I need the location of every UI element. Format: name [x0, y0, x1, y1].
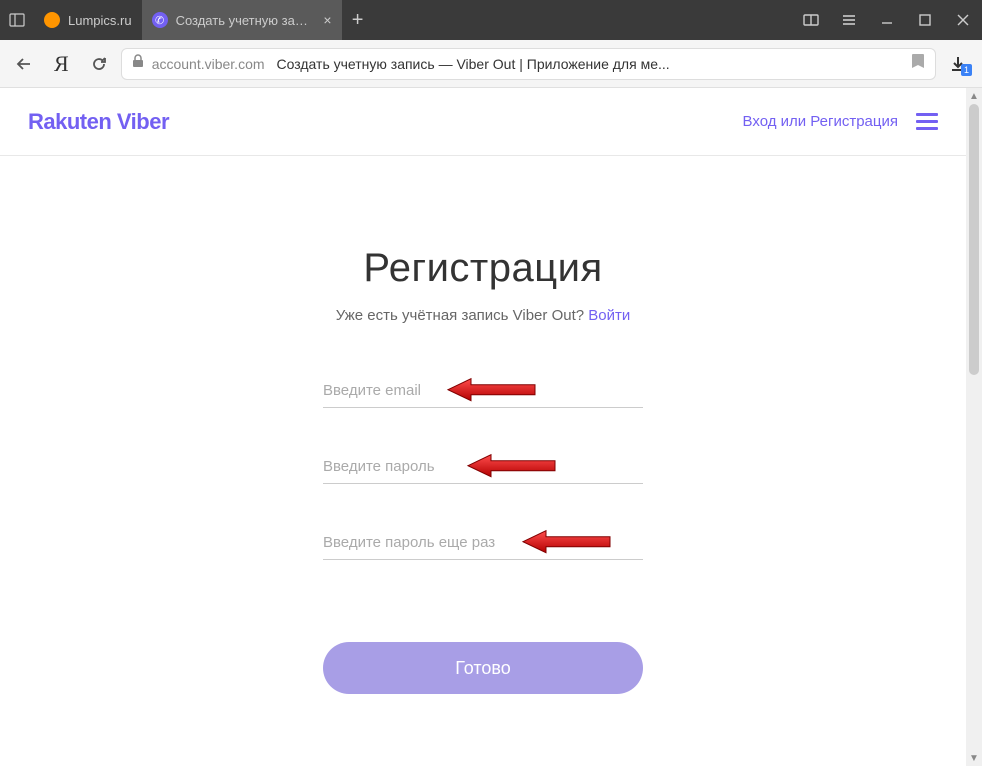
page-subtitle: Уже есть учётная запись Viber Out? Войти [336, 307, 631, 324]
subtitle-text: Уже есть учётная запись Viber Out? [336, 307, 589, 324]
lock-icon [132, 54, 144, 73]
address-title: Создать учетную запись — Viber Out | При… [277, 56, 903, 72]
site-header: Rakuten Viber Вход или Регистрация [0, 88, 966, 156]
downloads-badge: 1 [961, 64, 972, 76]
registration-form: Готово [323, 374, 643, 694]
yandex-logo-button[interactable]: Я [46, 51, 77, 77]
tab-lumpics[interactable]: Lumpics.ru [34, 0, 142, 40]
viewport: Rakuten Viber Вход или Регистрация Регис… [0, 88, 982, 766]
email-field[interactable] [323, 374, 643, 408]
tab-viber-active[interactable]: ✆ Создать учетную запис × [142, 0, 342, 40]
submit-button[interactable]: Готово [323, 642, 643, 694]
login-register-link[interactable]: Вход или Регистрация [743, 113, 898, 130]
close-window-button[interactable] [944, 0, 982, 40]
reload-button[interactable] [83, 48, 115, 80]
close-tab-icon[interactable]: × [323, 13, 331, 27]
page-content: Rakuten Viber Вход или Регистрация Регис… [0, 88, 966, 766]
header-right: Вход или Регистрация [743, 113, 938, 130]
tab-label: Создать учетную запис [176, 13, 312, 28]
minimize-button[interactable] [868, 0, 906, 40]
browser-titlebar: Lumpics.ru ✆ Создать учетную запис × + [0, 0, 982, 40]
maximize-button[interactable] [906, 0, 944, 40]
hamburger-menu-button[interactable] [916, 113, 938, 130]
downloads-button[interactable]: 1 [942, 48, 974, 80]
registration-section: Регистрация Уже есть учётная запись Vibe… [0, 246, 966, 694]
password-field[interactable] [323, 450, 643, 484]
address-bar[interactable]: account.viber.com Создать учетную запись… [121, 48, 936, 80]
logo-text-rakuten: Rakuten [28, 109, 111, 134]
scrollbar[interactable]: ▲ ▼ [966, 88, 982, 766]
password-field-wrap [323, 450, 643, 484]
browser-toolbar: Я account.viber.com Создать учетную запи… [0, 40, 982, 88]
new-tab-button[interactable]: + [342, 0, 374, 40]
email-field-wrap [323, 374, 643, 408]
tab-strip: Lumpics.ru ✆ Создать учетную запис × + [34, 0, 792, 40]
hamburger-line [916, 113, 938, 116]
tab-label: Lumpics.ru [68, 13, 132, 28]
scrollbar-thumb[interactable] [969, 104, 979, 375]
scroll-up-icon[interactable]: ▲ [966, 88, 982, 104]
favicon-icon [44, 12, 60, 28]
site-logo[interactable]: Rakuten Viber [28, 109, 169, 135]
logo-text-viber: Viber [111, 109, 169, 134]
login-link[interactable]: Войти [588, 307, 630, 324]
hamburger-line [916, 127, 938, 130]
scroll-down-icon[interactable]: ▼ [966, 750, 982, 766]
password-confirm-field[interactable] [323, 526, 643, 560]
address-domain: account.viber.com [152, 56, 265, 72]
page-title: Регистрация [363, 246, 602, 291]
password-confirm-field-wrap [323, 526, 643, 560]
reader-mode-button[interactable] [792, 0, 830, 40]
menu-button[interactable] [830, 0, 868, 40]
back-button[interactable] [8, 48, 40, 80]
bookmark-icon[interactable] [911, 53, 925, 74]
window-controls [792, 0, 982, 40]
panels-button[interactable] [0, 0, 34, 40]
hamburger-line [916, 120, 938, 123]
favicon-icon: ✆ [152, 12, 168, 28]
